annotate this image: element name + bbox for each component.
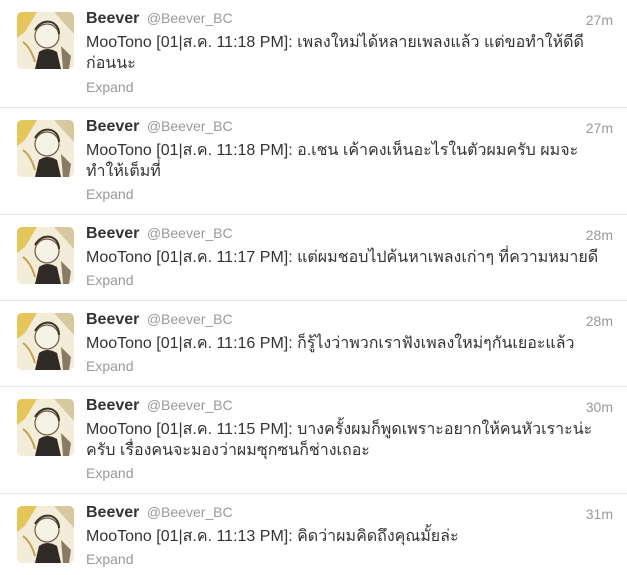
avatar-image-icon xyxy=(17,227,74,284)
tweet-item[interactable]: Beever @Beever_BC 27m MooTono [01|ส.ค. 1… xyxy=(0,108,627,215)
timestamp[interactable]: 28m xyxy=(586,227,613,243)
fullname[interactable]: Beever xyxy=(86,118,139,135)
tweet-text: MooTono [01|ส.ค. 11:18 PM]: เพลงใหม่ได้ห… xyxy=(86,34,584,72)
avatar[interactable] xyxy=(17,120,74,177)
avatar[interactable] xyxy=(17,399,74,456)
tweet-item[interactable]: Beever @Beever_BC 30m MooTono [01|ส.ค. 1… xyxy=(0,387,627,494)
tweet-item[interactable]: Beever @Beever_BC 27m MooTono [01|ส.ค. 1… xyxy=(0,0,627,108)
expand-link[interactable]: Expand xyxy=(86,79,133,95)
timestamp[interactable]: 27m xyxy=(586,12,613,28)
tweet-item[interactable]: Beever @Beever_BC 31m MooTono [01|ส.ค. 1… xyxy=(0,494,627,575)
tweet-header: Beever @Beever_BC xyxy=(86,118,233,138)
avatar[interactable] xyxy=(17,227,74,284)
expand-link[interactable]: Expand xyxy=(86,551,133,567)
tweet-text: MooTono [01|ส.ค. 11:13 PM]: คิดว่าผมคิดถ… xyxy=(86,528,459,545)
username[interactable]: @Beever_BC xyxy=(147,397,233,413)
tweet-text: MooTono [01|ส.ค. 11:16 PM]: ก็รู้ไงว่าพว… xyxy=(86,335,575,352)
username[interactable]: @Beever_BC xyxy=(147,10,233,26)
username[interactable]: @Beever_BC xyxy=(147,504,233,520)
timestamp[interactable]: 31m xyxy=(586,506,613,522)
avatar[interactable] xyxy=(17,506,74,563)
tweet-header: Beever @Beever_BC xyxy=(86,311,233,331)
expand-link[interactable]: Expand xyxy=(86,272,133,288)
tweet-text: MooTono [01|ส.ค. 11:18 PM]: อ.เชน เค้าคง… xyxy=(86,142,579,180)
username[interactable]: @Beever_BC xyxy=(147,118,233,134)
avatar-image-icon xyxy=(17,506,74,563)
fullname[interactable]: Beever xyxy=(86,504,139,521)
avatar[interactable] xyxy=(17,313,74,370)
tweet-header: Beever @Beever_BC xyxy=(86,225,233,245)
fullname[interactable]: Beever xyxy=(86,311,139,328)
tweet-timeline: Beever @Beever_BC 27m MooTono [01|ส.ค. 1… xyxy=(0,0,627,575)
tweet-header: Beever @Beever_BC xyxy=(86,397,233,417)
avatar-image-icon xyxy=(17,313,74,370)
username[interactable]: @Beever_BC xyxy=(147,225,233,241)
expand-link[interactable]: Expand xyxy=(86,186,133,202)
tweet-text: MooTono [01|ส.ค. 11:15 PM]: บางครั้งผมก็… xyxy=(86,421,593,459)
username[interactable]: @Beever_BC xyxy=(147,311,233,327)
tweet-item[interactable]: Beever @Beever_BC 28m MooTono [01|ส.ค. 1… xyxy=(0,301,627,387)
avatar-image-icon xyxy=(17,12,74,69)
fullname[interactable]: Beever xyxy=(86,397,139,414)
tweet-text: MooTono [01|ส.ค. 11:17 PM]: แต่ผมชอบไปค้… xyxy=(86,249,599,266)
timestamp[interactable]: 30m xyxy=(586,399,613,415)
avatar-image-icon xyxy=(17,399,74,456)
expand-link[interactable]: Expand xyxy=(86,465,133,481)
avatar-image-icon xyxy=(17,120,74,177)
tweet-header: Beever @Beever_BC xyxy=(86,504,233,524)
tweet-header: Beever @Beever_BC xyxy=(86,10,233,30)
fullname[interactable]: Beever xyxy=(86,10,139,27)
tweet-item[interactable]: Beever @Beever_BC 28m MooTono [01|ส.ค. 1… xyxy=(0,215,627,301)
timestamp[interactable]: 27m xyxy=(586,120,613,136)
fullname[interactable]: Beever xyxy=(86,225,139,242)
timestamp[interactable]: 28m xyxy=(586,313,613,329)
expand-link[interactable]: Expand xyxy=(86,358,133,374)
avatar[interactable] xyxy=(17,12,74,69)
